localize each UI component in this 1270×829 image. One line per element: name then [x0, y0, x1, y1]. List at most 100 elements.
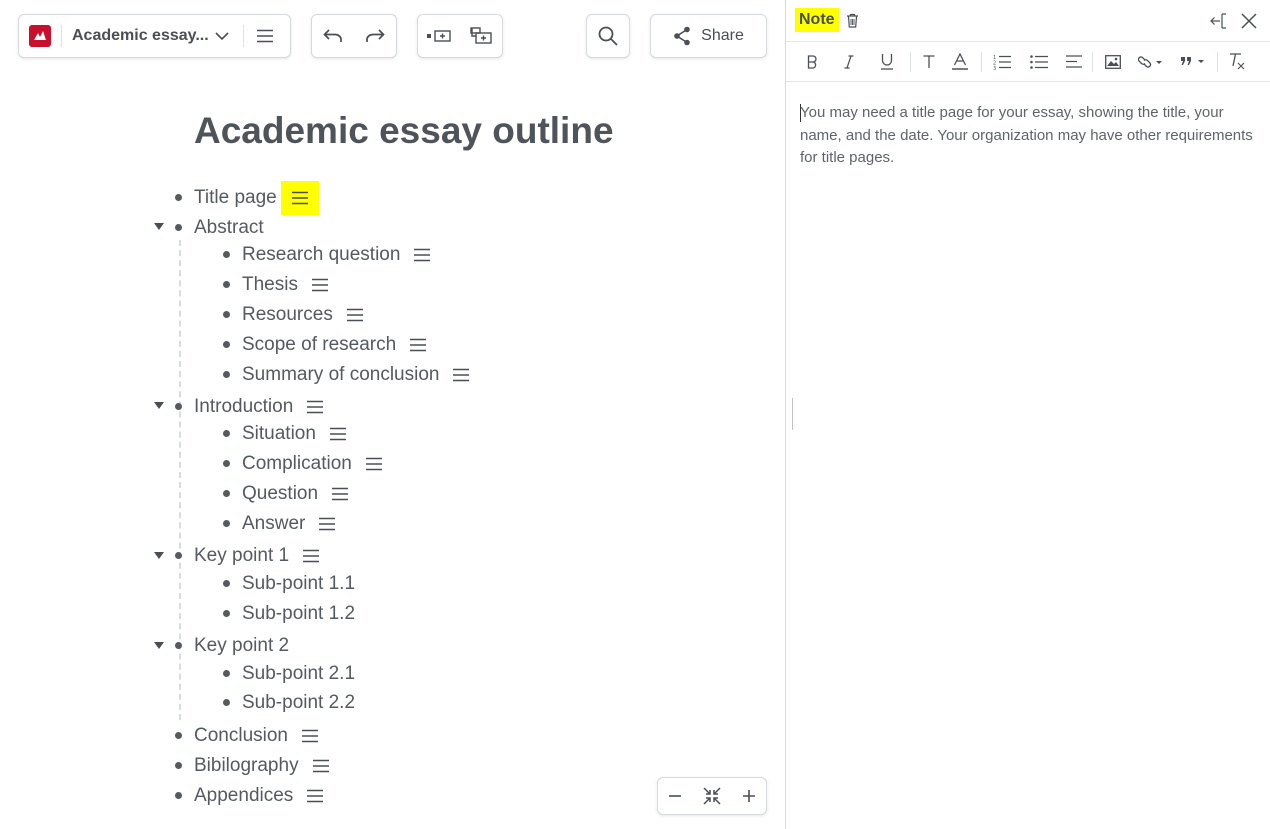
document-title-button[interactable]: Academic essay... — [62, 15, 243, 57]
note-indicator-icon[interactable] — [326, 480, 354, 508]
node-label: Introduction — [194, 396, 294, 417]
undo-button[interactable] — [312, 15, 354, 57]
text-color-button[interactable] — [943, 47, 977, 77]
note-indicator-icon[interactable] — [280, 181, 319, 215]
note-indicator-icon[interactable] — [324, 420, 352, 448]
plus-icon — [743, 790, 755, 802]
note-indicator-icon[interactable] — [447, 361, 475, 389]
outline-node-question[interactable]: Question — [242, 480, 354, 508]
bullet — [223, 670, 230, 677]
note-indicator-icon[interactable] — [360, 450, 388, 478]
note-indicator-icon[interactable] — [296, 722, 324, 750]
bullet — [223, 580, 230, 587]
add-sibling-topic-button[interactable] — [418, 15, 460, 57]
node-label: Scope of research — [242, 334, 397, 355]
insert-image-button[interactable] — [1097, 47, 1129, 77]
node-label: Appendices — [194, 785, 294, 806]
italic-icon — [844, 54, 854, 69]
note-indicator-icon[interactable] — [297, 542, 325, 570]
note-indicator-icon[interactable] — [307, 752, 335, 780]
node-label: Conclusion — [194, 725, 288, 746]
node-label: Resources — [242, 304, 333, 325]
node-label: Research question — [242, 244, 401, 265]
note-editor[interactable]: You may need a title page for your essay… — [800, 102, 1258, 170]
trash-icon[interactable] — [846, 13, 859, 32]
outline-node-complication[interactable]: Complication — [242, 450, 388, 478]
note-indicator-icon[interactable] — [301, 782, 329, 810]
italic-button[interactable] — [830, 47, 868, 77]
numbered-list-button[interactable]: 123 — [986, 47, 1018, 77]
collapse-toggle-abstract[interactable] — [154, 223, 164, 230]
outline-node-answer[interactable]: Answer — [242, 510, 341, 538]
close-icon[interactable] — [1241, 13, 1257, 33]
outline-node-scope-of-research[interactable]: Scope of research — [242, 331, 432, 359]
outline-node-situation[interactable]: Situation — [242, 420, 352, 448]
outline-node-thesis[interactable]: Thesis — [242, 271, 334, 299]
quote-button[interactable] — [1173, 47, 1213, 77]
add-sibling-icon — [427, 30, 451, 42]
text-style-icon — [923, 54, 935, 68]
node-label: Abstract — [194, 217, 264, 238]
underline-button[interactable] — [868, 47, 906, 77]
note-indicator-icon[interactable] — [408, 241, 436, 269]
divider — [910, 51, 911, 72]
zoom-in-button[interactable] — [734, 778, 764, 814]
outline-node-appendices[interactable]: Appendices — [194, 782, 329, 810]
outline-node-title-page[interactable]: Title page — [194, 181, 319, 215]
share-icon — [674, 26, 690, 46]
bullet — [175, 792, 182, 799]
node-label: Sub-point 2.2 — [242, 692, 356, 713]
bullet — [223, 251, 230, 258]
outline-node-conclusion[interactable]: Conclusion — [194, 722, 324, 750]
bullet-list-button[interactable] — [1018, 47, 1060, 77]
outline-node-introduction[interactable]: Introduction — [194, 393, 329, 421]
note-indicator-icon[interactable] — [313, 510, 341, 538]
clear-formatting-icon — [1230, 53, 1245, 70]
note-indicator-icon[interactable] — [404, 331, 432, 359]
align-button[interactable] — [1060, 47, 1088, 77]
add-child-topic-button[interactable] — [460, 15, 502, 57]
zoom-out-button[interactable] — [660, 778, 690, 814]
outline-node-abstract[interactable]: Abstract — [194, 214, 264, 242]
outline-title[interactable]: Academic essay outline — [194, 110, 614, 152]
outline-node-sub-point-2-2[interactable]: Sub-point 2.2 — [242, 689, 355, 717]
outline-node-sub-point-1-2[interactable]: Sub-point 1.2 — [242, 600, 355, 628]
main-menu-button[interactable] — [244, 15, 286, 57]
node-label: Situation — [242, 423, 316, 444]
note-indicator-icon[interactable] — [341, 301, 369, 329]
collapse-toggle-key-point-2[interactable] — [154, 642, 164, 649]
panel-resize-handle[interactable] — [792, 398, 793, 430]
outline-node-sub-point-1-1[interactable]: Sub-point 1.1 — [242, 570, 355, 598]
outline-node-key-point-2[interactable]: Key point 2 — [194, 632, 289, 660]
note-indicator-icon[interactable] — [301, 393, 329, 421]
text-style-button[interactable] — [915, 47, 943, 77]
outline-node-sub-point-2-1[interactable]: Sub-point 2.1 — [242, 660, 355, 688]
outline-node-key-point-1[interactable]: Key point 1 — [194, 542, 325, 570]
note-header: Note — [786, 0, 1270, 42]
mindmap-canvas[interactable]: Academic essay... Share Academic essay o… — [0, 0, 785, 829]
outline-node-summary-of-conclusion[interactable]: Summary of conclusion — [242, 361, 475, 389]
outline-node-bibliography[interactable]: Bibilography — [194, 752, 335, 780]
node-label: Question — [242, 483, 319, 504]
fit-to-screen-button[interactable] — [694, 778, 730, 814]
clear-formatting-button[interactable] — [1222, 47, 1252, 77]
bold-button[interactable] — [800, 47, 824, 77]
node-label: Sub-point 1.1 — [242, 573, 356, 594]
note-indicator-icon[interactable] — [306, 271, 334, 299]
insert-link-button[interactable] — [1129, 47, 1173, 77]
collapse-toggle-introduction[interactable] — [154, 402, 164, 409]
rich-text-toolbar: 123 — [786, 42, 1270, 82]
share-button[interactable]: Share — [650, 14, 767, 58]
collapse-toggle-key-point-1[interactable] — [154, 552, 164, 559]
bullet — [175, 552, 182, 559]
node-label: Key point 2 — [194, 635, 290, 656]
outline-node-research-question[interactable]: Research question — [242, 241, 436, 269]
text-color-icon — [952, 53, 968, 70]
dock-panel-icon[interactable] — [1210, 13, 1228, 33]
numbered-list-icon: 123 — [993, 55, 1011, 70]
minus-icon — [669, 795, 681, 797]
redo-button[interactable] — [354, 15, 396, 57]
search-icon — [598, 26, 618, 46]
search-button[interactable] — [586, 14, 630, 58]
outline-node-resources[interactable]: Resources — [242, 301, 369, 329]
